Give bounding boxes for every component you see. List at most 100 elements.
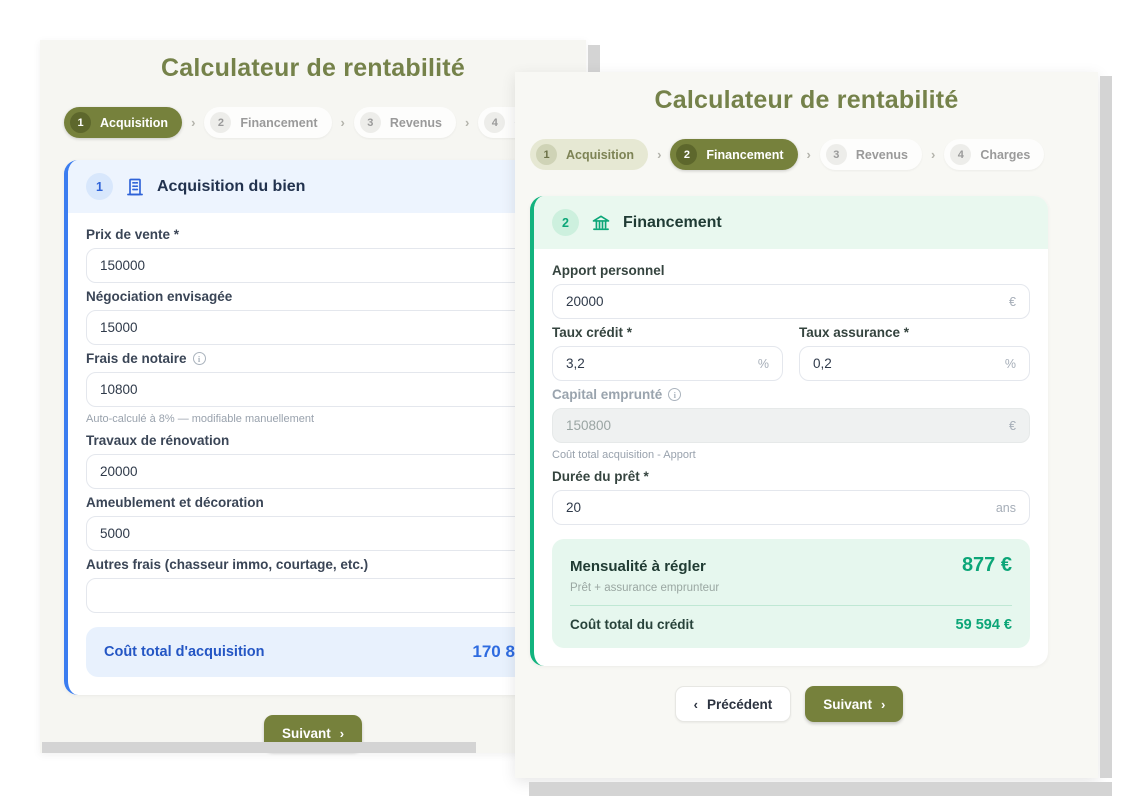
step-number: 3 — [360, 112, 381, 133]
chevron-right-icon: › — [657, 147, 661, 162]
horizontal-scrollbar[interactable] — [42, 742, 476, 753]
unit-suffix: % — [1005, 357, 1016, 371]
vertical-scrollbar[interactable] — [1100, 76, 1112, 778]
field-label: Autres frais (chasseur immo, courtage, e… — [86, 557, 566, 572]
field-label: Prix de vente * — [86, 227, 566, 242]
financement-card-header: 2 Financement — [534, 196, 1048, 249]
step-label: Acquisition — [566, 148, 634, 162]
section-title: Financement — [623, 214, 722, 232]
field-autres-frais: Autres frais (chasseur immo, courtage, e… — [86, 557, 566, 613]
autres-frais-input[interactable] — [100, 588, 552, 603]
chevron-right-icon: › — [807, 147, 811, 162]
step-label: Charges — [980, 148, 1030, 162]
field-helper-text: Coût total acquisition - Apport — [552, 449, 1030, 461]
unit-suffix: % — [758, 357, 769, 371]
step-acquisition[interactable]: 1 Acquisition — [530, 139, 648, 170]
field-label: Apport personnel — [552, 263, 1030, 278]
financement-card: 2 Financement Apport personnel € Taux cr… — [530, 196, 1048, 666]
negociation-input[interactable] — [100, 320, 552, 335]
building-icon — [125, 177, 145, 197]
field-frais-notaire: Frais de notaire i Auto-calculé à 8% — m… — [86, 351, 566, 425]
field-label: Durée du prêt * — [552, 469, 1030, 484]
step-label: Acquisition — [100, 116, 168, 130]
field-ameublement: Ameublement et décoration — [86, 495, 566, 551]
step-label: Financement — [240, 116, 317, 130]
chevron-left-icon: ‹ — [694, 697, 698, 712]
financement-screen: Calculateur de rentabilité 1 Acquisition… — [515, 72, 1112, 796]
travaux-input[interactable] — [100, 464, 552, 479]
step-label: Financement — [706, 148, 783, 162]
step-number: 2 — [210, 112, 231, 133]
section-number-badge: 2 — [552, 209, 579, 236]
field-duree: Durée du prêt * ans — [552, 469, 1030, 525]
next-button-label: Suivant — [823, 697, 872, 712]
credit-total-label: Coût total du crédit — [570, 617, 694, 632]
frais-notaire-input[interactable] — [100, 382, 552, 397]
ameublement-input[interactable] — [100, 526, 552, 541]
field-label: Frais de notaire — [86, 351, 187, 366]
acquisition-card-header: 1 Acquisition du bien — [68, 160, 584, 213]
taux-assurance-input[interactable] — [813, 356, 997, 371]
step-label: Revenus — [390, 116, 442, 130]
monthly-payment-subtext: Prêt + assurance emprunteur — [570, 582, 1012, 594]
taux-credit-input[interactable] — [566, 356, 750, 371]
chevron-right-icon: › — [931, 147, 935, 162]
step-label: Revenus — [856, 148, 908, 162]
info-icon[interactable]: i — [668, 388, 681, 401]
info-icon[interactable]: i — [193, 352, 206, 365]
unit-suffix: € — [1009, 419, 1016, 433]
chevron-right-icon: › — [465, 115, 469, 130]
field-taux-credit: Taux crédit * % — [552, 325, 783, 381]
field-negociation: Négociation envisagée — [86, 289, 566, 345]
next-button[interactable]: Suivant › — [805, 686, 903, 722]
step-number: 2 — [676, 144, 697, 165]
step-revenus[interactable]: 3 Revenus — [820, 139, 922, 170]
step-number: 4 — [950, 144, 971, 165]
step-acquisition[interactable]: 1 Acquisition — [64, 107, 182, 138]
step-number: 3 — [826, 144, 847, 165]
field-label: Capital emprunté — [552, 387, 662, 402]
bank-icon — [591, 213, 611, 233]
capital-input — [566, 418, 1001, 433]
step-number: 1 — [536, 144, 557, 165]
field-helper-text: Auto-calculé à 8% — modifiable manuellem… — [86, 413, 566, 425]
credit-summary-box: Mensualité à régler 877 € Prêt + assuran… — [552, 539, 1030, 648]
previous-button[interactable]: ‹ Précédent — [675, 686, 792, 722]
duree-input[interactable] — [566, 500, 988, 515]
unit-suffix: € — [1009, 295, 1016, 309]
step-number: 4 — [484, 112, 505, 133]
field-capital: Capital emprunté i € Coût total acquisit… — [552, 387, 1030, 461]
field-taux-assurance: Taux assurance * % — [799, 325, 1030, 381]
step-financement[interactable]: 2 Financement — [204, 107, 331, 138]
stepper: 1 Acquisition › 2 Financement › 3 Revenu… — [530, 139, 1112, 170]
step-charges[interactable]: 4 Charges — [944, 139, 1044, 170]
page-title: Calculateur de rentabilité — [40, 40, 586, 83]
next-button-label: Suivant — [282, 726, 331, 741]
field-label: Taux assurance * — [799, 325, 1030, 340]
divider — [570, 605, 1012, 606]
chevron-right-icon: › — [340, 726, 344, 741]
section-title: Acquisition du bien — [157, 178, 305, 196]
section-number-badge: 1 — [86, 173, 113, 200]
total-label: Coût total d'acquisition — [104, 644, 265, 660]
step-revenus[interactable]: 3 Revenus — [354, 107, 456, 138]
prix-de-vente-input[interactable] — [100, 258, 552, 273]
unit-suffix: ans — [996, 501, 1016, 515]
monthly-payment-label: Mensualité à régler — [570, 558, 706, 575]
field-label: Travaux de rénovation — [86, 433, 566, 448]
monthly-payment-value: 877 € — [962, 554, 1012, 577]
step-number: 1 — [70, 112, 91, 133]
total-acquisition-box: Coût total d'acquisition 170 800 € — [86, 627, 566, 677]
field-prix-de-vente: Prix de vente * — [86, 227, 566, 283]
field-label: Taux crédit * — [552, 325, 783, 340]
step-financement[interactable]: 2 Financement — [670, 139, 797, 170]
field-label: Ameublement et décoration — [86, 495, 566, 510]
field-travaux: Travaux de rénovation — [86, 433, 566, 489]
chevron-right-icon: › — [341, 115, 345, 130]
chevron-right-icon: › — [881, 697, 885, 712]
apport-input[interactable] — [566, 294, 1001, 309]
chevron-right-icon: › — [191, 115, 195, 130]
acquisition-card: 1 Acquisition du bien Prix de vente * Né… — [64, 160, 584, 695]
credit-total-value: 59 594 € — [956, 617, 1012, 633]
horizontal-scrollbar[interactable] — [529, 782, 1112, 796]
